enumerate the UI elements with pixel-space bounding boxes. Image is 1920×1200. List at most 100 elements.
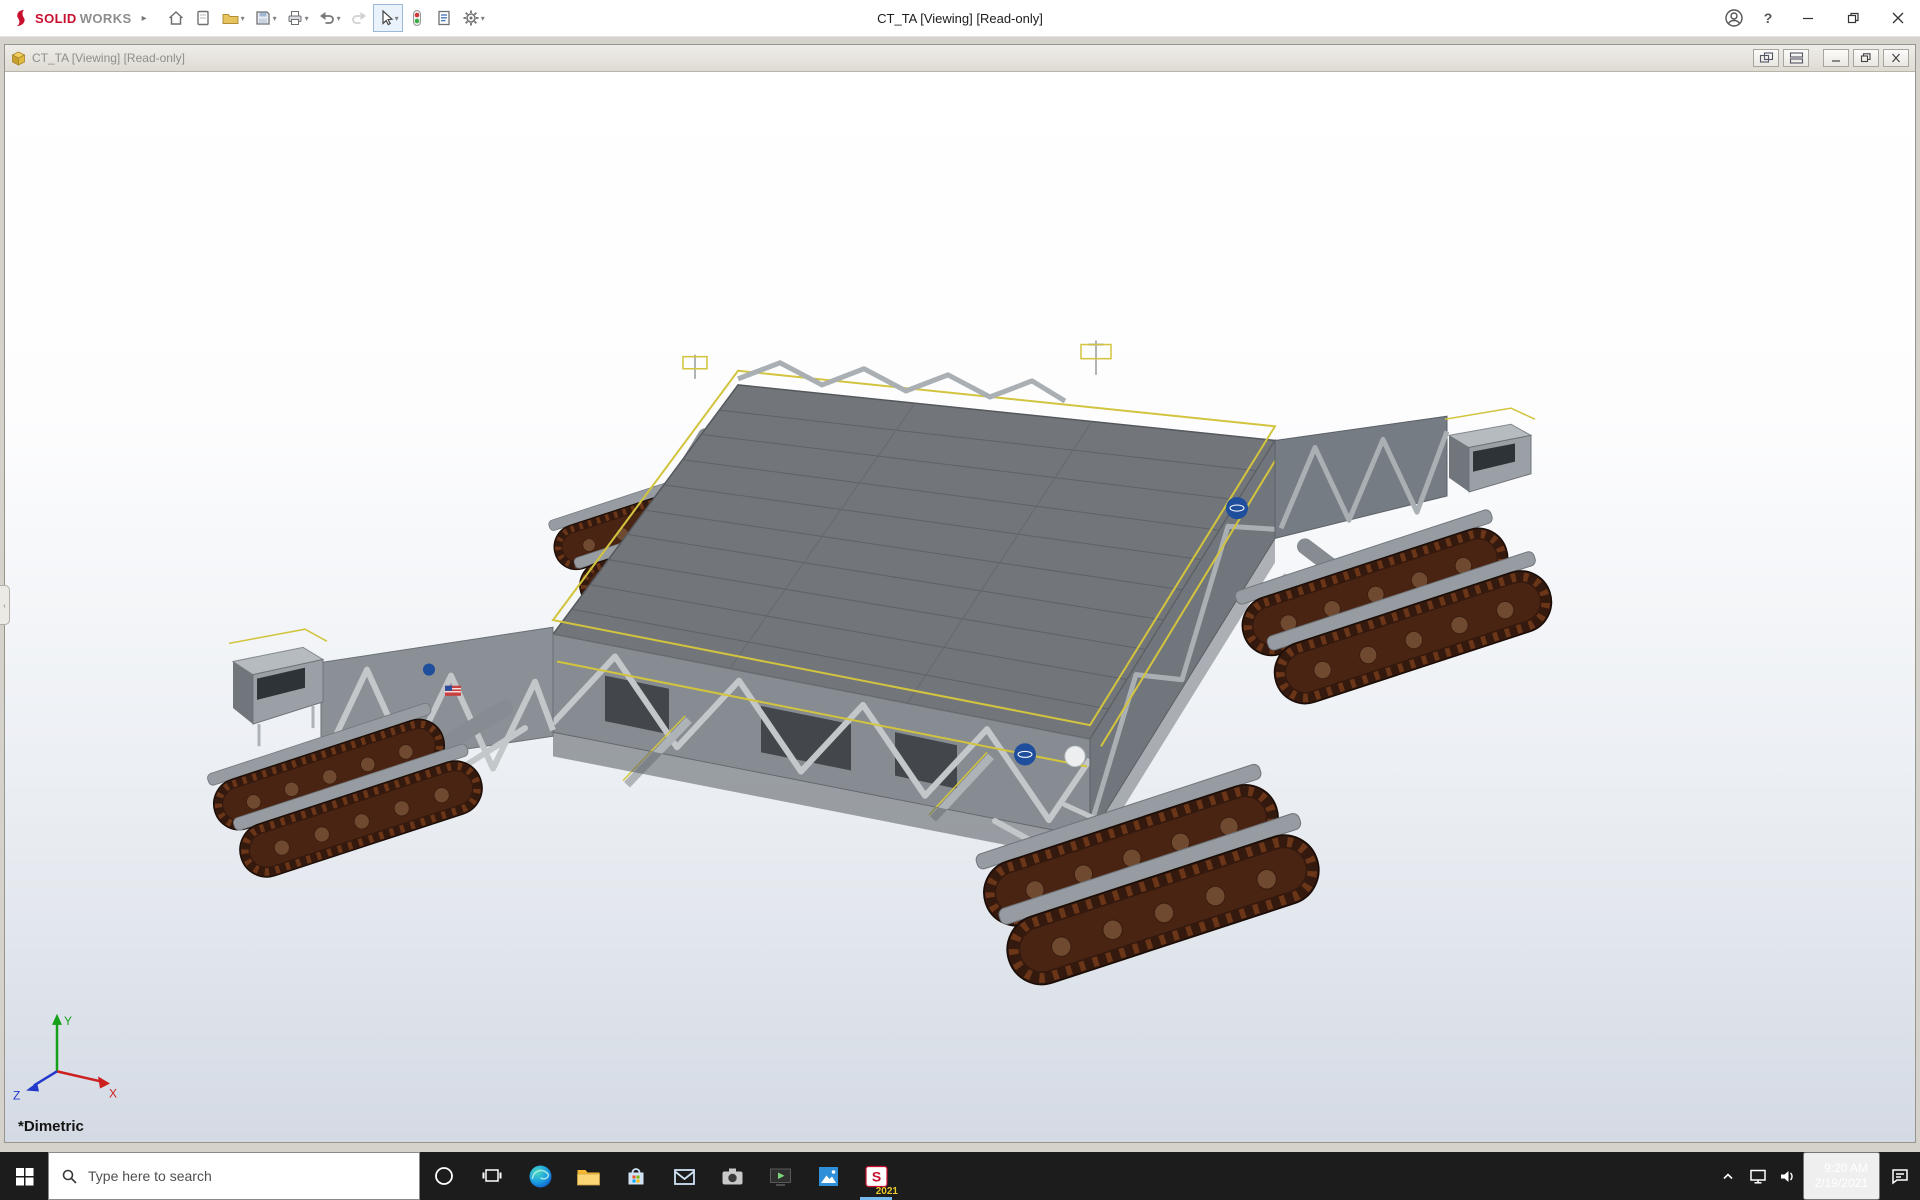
taskbar-app-solidworks[interactable]: S 2021 — [852, 1152, 900, 1200]
quick-access-toolbar: ▾ ▾ ▾ ▾ — [163, 4, 489, 32]
home-button[interactable] — [163, 4, 189, 32]
chevron-left-icon: ‹ — [3, 601, 6, 610]
solidworks-version-badge: 2021 — [876, 1186, 898, 1197]
search-placeholder: Type here to search — [88, 1168, 212, 1184]
display-icon — [1749, 1168, 1767, 1185]
undo-icon — [318, 9, 336, 27]
menu-expand-button[interactable]: ▸ — [136, 13, 153, 24]
caret-down-icon: ▾ — [305, 14, 309, 23]
caret-down-icon: ▾ — [241, 14, 245, 23]
tray-date: 2/19/2021 — [1815, 1176, 1868, 1191]
window-title: CT_TA [Viewing] [Read-only] — [877, 11, 1043, 26]
window-controls: ? — [1717, 0, 1920, 36]
tile-windows-icon — [1789, 52, 1804, 64]
task-view-button[interactable] — [468, 1152, 516, 1200]
caret-down-icon: ▾ — [337, 14, 341, 23]
start-button[interactable] — [0, 1152, 48, 1200]
movies-tv-icon — [768, 1166, 793, 1187]
home-icon — [167, 9, 185, 27]
hidden-icons-button[interactable] — [1713, 1152, 1743, 1200]
taskbar-app-camera[interactable] — [708, 1152, 756, 1200]
taskbar-app-mail[interactable] — [660, 1152, 708, 1200]
rebuild-stoplight-icon — [408, 9, 426, 27]
clock[interactable]: 9:20 AM 2/19/2021 — [1803, 1152, 1880, 1200]
help-button[interactable]: ? — [1751, 0, 1785, 36]
minimize-button[interactable] — [1785, 0, 1830, 36]
rebuild-button[interactable] — [404, 4, 430, 32]
view-orientation-label: *Dimetric — [18, 1118, 84, 1135]
volume-tray-button[interactable] — [1773, 1152, 1803, 1200]
taskbar: Type here to search — [0, 1152, 1920, 1200]
close-icon — [1890, 10, 1906, 26]
cortana-button[interactable] — [420, 1152, 468, 1200]
new-document-icon — [194, 9, 212, 27]
taskbar-app-photos[interactable] — [804, 1152, 852, 1200]
triad-y-label: Y — [64, 1014, 72, 1028]
caret-down-icon: ▾ — [395, 14, 399, 23]
restore-icon — [1859, 52, 1873, 64]
doc-minimize-button[interactable] — [1823, 49, 1849, 67]
us-flag-left — [445, 686, 461, 696]
file-properties-icon — [435, 9, 453, 27]
search-input[interactable]: Type here to search — [48, 1152, 420, 1200]
viewport-3d[interactable]: Y X Z *Dimetric — [5, 72, 1915, 1142]
select-cursor-icon — [377, 9, 394, 27]
document-window-controls — [1753, 49, 1909, 67]
triad-z-label: Z — [13, 1089, 20, 1103]
cascade-windows-icon — [1759, 52, 1774, 64]
account-icon — [1724, 8, 1744, 28]
workspace: CT_TA [Viewing] [Read-only] — [0, 37, 1920, 1152]
minimize-icon — [1829, 52, 1843, 64]
file-properties-button[interactable] — [431, 4, 457, 32]
close-button[interactable] — [1875, 0, 1920, 36]
edge-icon — [528, 1164, 553, 1189]
cortana-icon — [433, 1165, 455, 1187]
save-icon — [254, 9, 272, 27]
options-button[interactable]: ▾ — [458, 4, 489, 32]
doc-arrange-button-1[interactable] — [1753, 49, 1779, 67]
doc-restore-button[interactable] — [1853, 49, 1879, 67]
volume-icon — [1779, 1168, 1797, 1185]
select-button[interactable]: ▾ — [373, 4, 403, 32]
save-button[interactable]: ▾ — [250, 4, 281, 32]
open-button[interactable]: ▾ — [217, 4, 249, 32]
solidworks-letter: S — [871, 1168, 880, 1184]
app-titlebar[interactable]: SOLIDWORKS ▸ ▾ ▾ — [0, 0, 1920, 37]
solidworks-icon: S — [864, 1164, 889, 1189]
caret-down-icon: ▾ — [273, 14, 277, 23]
close-icon — [1889, 52, 1903, 64]
taskbar-app-movies[interactable] — [756, 1152, 804, 1200]
open-folder-icon — [221, 9, 240, 27]
redo-button[interactable] — [346, 4, 372, 32]
search-icon — [61, 1168, 78, 1185]
pane-splitter[interactable]: ‹ — [0, 585, 10, 625]
display-tray-button[interactable] — [1743, 1152, 1773, 1200]
left-cab — [229, 629, 327, 746]
restore-button[interactable] — [1830, 0, 1875, 36]
taskbar-app-edge[interactable] — [516, 1152, 564, 1200]
crawler-transporter-model: Y X Z — [5, 72, 1915, 1142]
doc-close-button[interactable] — [1883, 49, 1909, 67]
print-button[interactable]: ▾ — [282, 4, 313, 32]
action-center-icon — [1890, 1167, 1910, 1185]
microsoft-store-icon — [624, 1164, 648, 1188]
tray-time: 9:20 AM — [1824, 1161, 1868, 1176]
new-document-button[interactable] — [190, 4, 216, 32]
taskbar-app-store[interactable] — [612, 1152, 660, 1200]
document-titlebar[interactable]: CT_TA [Viewing] [Read-only] — [5, 45, 1915, 72]
account-button[interactable] — [1717, 0, 1751, 36]
doc-arrange-button-2[interactable] — [1783, 49, 1809, 67]
solidworks-logo: SOLIDWORKS — [0, 8, 136, 28]
brand-name-secondary: WORKS — [80, 11, 132, 26]
taskbar-app-file-explorer[interactable] — [564, 1152, 612, 1200]
camera-icon — [720, 1166, 745, 1187]
windows-logo-icon — [15, 1167, 34, 1186]
orientation-triad: Y X Z — [13, 1014, 117, 1103]
system-tray: 9:20 AM 2/19/2021 — [1713, 1152, 1920, 1200]
undo-button[interactable]: ▾ — [314, 4, 345, 32]
document-window: CT_TA [Viewing] [Read-only] — [4, 44, 1916, 1143]
screen: SOLIDWORKS ▸ ▾ ▾ — [0, 0, 1920, 1200]
brand-name-primary: SOLID — [35, 11, 77, 26]
gear-icon — [462, 9, 480, 27]
action-center-button[interactable] — [1880, 1152, 1920, 1200]
